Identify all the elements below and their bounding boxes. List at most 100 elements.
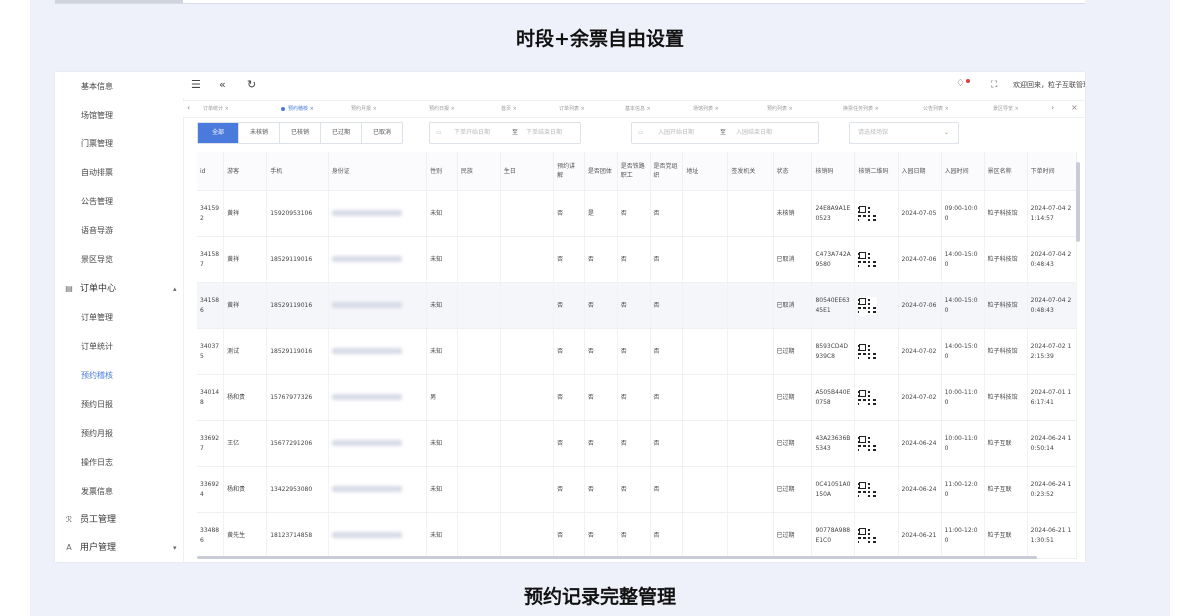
qr-code-icon[interactable] (858, 342, 877, 361)
column-header[interactable]: 景区名称 (984, 152, 1028, 191)
tab-7[interactable]: 场馆列表 × (693, 104, 719, 114)
qr-code-icon[interactable] (858, 480, 877, 499)
table-row[interactable]: 336924 杨和贵 13422953080 未知否否否否已过期 0C41051A015… (197, 466, 1078, 513)
column-header[interactable]: 签发机关 (727, 152, 774, 191)
tab-4[interactable]: 首页 × (501, 104, 517, 114)
close-icon[interactable]: × (787, 106, 793, 112)
close-icon[interactable]: × (371, 106, 377, 112)
sidebar-group-users[interactable]: A 用户管理 (63, 541, 116, 555)
column-header[interactable]: 入园日期 (898, 152, 942, 191)
tab-3[interactable]: 预约日报 × (429, 104, 455, 114)
column-header[interactable]: 是否团体 (584, 152, 618, 191)
visit-date-start[interactable]: 入园开始日期 (658, 123, 694, 143)
column-header[interactable]: 预约讲解 (553, 152, 585, 191)
status-filter-button[interactable]: 已取消 (362, 123, 402, 143)
sidebar-item[interactable]: 自动排票 (81, 166, 113, 180)
close-icon[interactable]: × (713, 106, 719, 112)
tags-close-icon[interactable]: × (1071, 103, 1078, 112)
sidebar-item[interactable]: 公告管理 (81, 195, 113, 209)
column-header[interactable]: 状态 (773, 152, 813, 191)
qr-code-icon[interactable] (858, 388, 877, 407)
sidebar-item[interactable]: 预约稽核 (81, 369, 113, 383)
fullscreen-icon[interactable]: ⛶ (991, 80, 997, 90)
table-row[interactable]: 341586 黄祥 18529119016 未知否否否否已取消 80540EE6345E… (197, 282, 1078, 329)
tab-8[interactable]: 预约列表 × (767, 104, 793, 114)
table-row[interactable]: 340375 测试 18529119016 未知否否否否已过期 8593CD4D939C… (197, 328, 1078, 375)
tags-prev-icon[interactable]: ‹ (187, 103, 190, 112)
close-icon[interactable]: × (511, 106, 517, 112)
sidebar-item[interactable]: 预约月报 (81, 427, 113, 441)
column-header[interactable]: 身份证 (328, 152, 428, 191)
sidebar-item[interactable]: 基本信息 (81, 80, 113, 94)
column-header[interactable]: id (197, 152, 225, 191)
table-row[interactable]: 334886 黄先生 18123714858 未知否否否否已过期 90778A988E1… (197, 512, 1078, 559)
tags-next-icon[interactable]: › (1051, 103, 1054, 112)
close-icon[interactable]: × (308, 106, 314, 112)
tab-6[interactable]: 基本信息 × (625, 104, 651, 114)
tab-2[interactable]: 预约月报 × (351, 104, 377, 114)
tab-11[interactable]: 景区导览 × (993, 104, 1019, 114)
sidebar-item[interactable]: 订单统计 (81, 340, 113, 354)
qr-code-icon[interactable] (858, 204, 877, 223)
scenic-select[interactable]: 请选择场馆 ⌄ (849, 122, 959, 144)
tab-9[interactable]: 换票任务列表 × (843, 104, 879, 114)
chevron-up-icon[interactable]: ▴ (173, 285, 177, 293)
tab-1[interactable]: 预约稽核 × (281, 104, 314, 114)
close-icon[interactable]: × (645, 106, 651, 112)
close-icon[interactable]: × (943, 106, 949, 112)
refresh-icon[interactable]: ↻ (247, 78, 256, 91)
order-date-range[interactable]: ▭ 下单开始日期 至 下单结束日期 (429, 122, 581, 144)
close-icon[interactable]: × (1013, 106, 1019, 112)
qr-code-icon[interactable] (858, 296, 877, 315)
column-header[interactable]: 手机 (266, 152, 329, 191)
vertical-scrollbar[interactable] (1076, 162, 1080, 242)
column-header[interactable]: 核销码 (811, 152, 856, 191)
tab-5[interactable]: 订单列表 × (559, 104, 585, 114)
chevron-down-icon[interactable]: ▾ (173, 544, 177, 552)
column-header[interactable]: 是否铁路职工 (617, 152, 651, 191)
column-header[interactable]: 游客 (223, 152, 268, 191)
sidebar-item[interactable]: 场馆管理 (81, 109, 113, 123)
bell-icon[interactable]: ♢ (956, 78, 965, 89)
sidebar-item[interactable]: 语音导游 (81, 224, 113, 238)
sidebar-item[interactable]: 景区导览 (81, 253, 113, 267)
order-date-end[interactable]: 下单结束日期 (526, 123, 562, 143)
close-icon[interactable]: × (223, 106, 229, 112)
close-icon[interactable]: × (873, 106, 879, 112)
status-filter-button[interactable]: 已核销 (280, 123, 321, 143)
column-header[interactable]: 地址 (682, 152, 729, 191)
column-header[interactable]: 生日 (500, 152, 555, 191)
column-header[interactable]: 下单时间 (1027, 152, 1078, 191)
sidebar-item[interactable]: 订单管理 (81, 311, 113, 325)
sidebar-item[interactable]: 门票管理 (81, 137, 113, 151)
tab-0[interactable]: 订单统计 × (203, 104, 229, 114)
visit-date-range[interactable]: ▭ 入园开始日期 至 入园结束日期 (631, 122, 819, 144)
sidebar-item[interactable]: 发票信息 (81, 485, 113, 499)
table-row[interactable]: 340148 杨和贵 15767977326 男否否否否已过期 A505B440E075… (197, 374, 1078, 421)
horizontal-scrollbar[interactable] (197, 556, 1037, 559)
qr-code-icon[interactable] (858, 526, 877, 545)
table-row[interactable]: 341587 黄祥 18529119016 未知否否否否已取消 C473A742A958… (197, 236, 1078, 283)
close-icon[interactable]: × (579, 106, 585, 112)
sidebar-group-orders[interactable]: ▤ 订单中心 (63, 282, 116, 296)
order-date-start[interactable]: 下单开始日期 (454, 123, 490, 143)
status-filter-button[interactable]: 全部 (198, 123, 239, 143)
sidebar-group-staff[interactable]: ℛ 员工管理 (63, 513, 116, 527)
menu-icon[interactable]: ☰ (191, 78, 201, 91)
table-row[interactable]: 341592 黄祥 15920953106 未知否是否否未核销 24E8A9A1E052… (197, 190, 1078, 237)
table-row[interactable]: 336927 王亿 15677291206 未知否否否否已过期 43A23636B534… (197, 420, 1078, 467)
column-header[interactable]: 核销二维码 (854, 152, 899, 191)
sidebar-item[interactable]: 预约日报 (81, 398, 113, 412)
qr-code-icon[interactable] (858, 250, 877, 269)
collapse-icon[interactable]: « (219, 78, 226, 91)
column-header[interactable]: 入园时间 (941, 152, 985, 191)
close-icon[interactable]: × (449, 106, 455, 112)
column-header[interactable]: 性别 (426, 152, 458, 191)
visit-date-end[interactable]: 入园结束日期 (736, 123, 772, 143)
column-header[interactable]: 民族 (457, 152, 501, 191)
status-filter-button[interactable]: 未核销 (239, 123, 280, 143)
tab-10[interactable]: 公告列表 × (923, 104, 949, 114)
column-header[interactable]: 是否党组织 (650, 152, 684, 191)
user-menu[interactable]: 欢迎回来，粒子互联管理员 ▾ (1013, 80, 1085, 90)
qr-code-icon[interactable] (858, 434, 877, 453)
